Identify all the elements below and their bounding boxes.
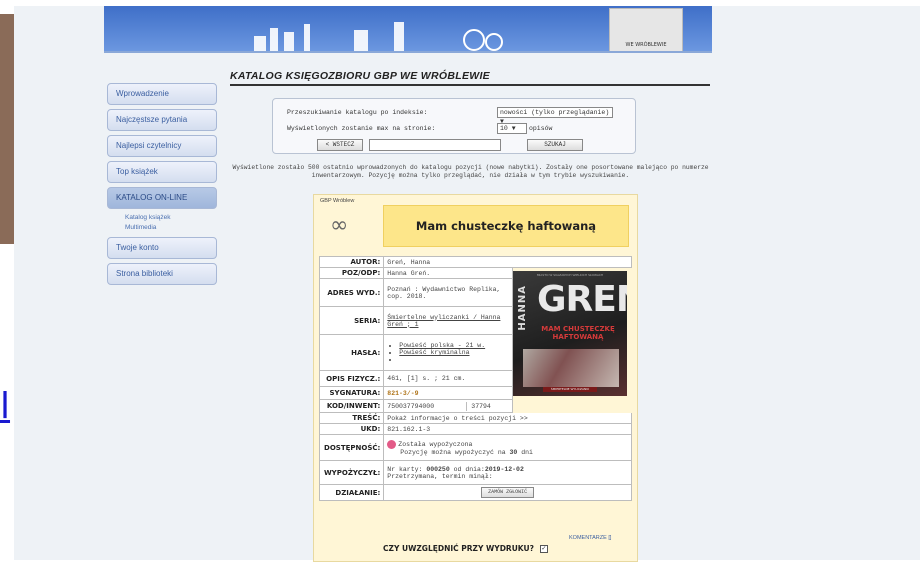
index-select-value: nowości (tylko przeglądanie)	[500, 109, 610, 116]
ukd-value: 821.162.1-3	[383, 423, 632, 435]
availability-days: 30	[509, 448, 518, 456]
max-select[interactable]: 10 ▼	[497, 123, 527, 134]
search-input[interactable]	[369, 139, 501, 151]
label-ukd: UKD:	[318, 423, 385, 435]
label-inventory: KOD/INWENT:	[318, 399, 385, 413]
borrowed-date-label: od dnia:	[453, 465, 485, 473]
address-value: Poznań : Wydawnictwo Replika, cop. 2018.	[383, 278, 514, 307]
code-cell: 750037794000 37794	[383, 399, 514, 413]
subject-item-empty	[399, 356, 509, 363]
cover-author: HANNA	[517, 285, 528, 331]
label-action: DZIAŁANIE:	[318, 484, 385, 501]
cover-title: MAM CHUSTECZKĘ HAFTOWANĄ	[533, 325, 623, 341]
unavailable-icon	[387, 439, 397, 449]
code-value: 750037794000	[384, 401, 468, 411]
city-skyline-graphic	[254, 22, 503, 51]
search-panel: Przeszukiwanie katalogu po indeksie: now…	[272, 98, 636, 154]
action-cell: ZAMÓW ZGŁOWIĆ	[383, 484, 632, 501]
availability-status: Została wypożyczona	[398, 440, 473, 448]
left-side-photo	[0, 14, 14, 244]
back-button[interactable]: < WSTECZ	[317, 139, 363, 151]
label-content: TREŚĆ:	[318, 412, 385, 424]
nav-faq[interactable]: Najczęstsze pytania	[107, 109, 217, 131]
borrowed-date: 2019-12-02	[484, 465, 524, 473]
subject-item[interactable]: Powieść polska - 21 w.	[399, 342, 509, 349]
header-banner: WE WRÓBLEWIE	[104, 6, 712, 53]
nav-introduction[interactable]: Wprowadzenie	[107, 83, 217, 105]
library-name: GBP Wróblew	[320, 198, 355, 204]
label-physical: OPIS FIZYCZ.:	[318, 370, 385, 387]
handcuffs-icon: ∞	[330, 213, 349, 238]
label-signature: SYGNATURA:	[318, 386, 385, 400]
label-author: AUTOR:	[318, 256, 385, 268]
reserve-button[interactable]: ZAMÓW ZGŁOWIĆ	[481, 487, 535, 498]
availability-note-prefix: Pozycję można wypożyczyć na	[400, 448, 506, 456]
subjects-cell: Powieść polska - 21 w. Powieść kryminaln…	[383, 334, 514, 371]
cover-title-line1: MAM CHUSTECZKĘ	[541, 325, 615, 333]
borrowed-prefix: Nr karty:	[387, 465, 423, 473]
print-question: CZY UWZGLĘDNIĆ PRZY WYDRUKU? ✓	[383, 544, 548, 553]
label-availability: DOSTĘPNOŚĆ:	[318, 434, 385, 461]
info-text: Wyświetlone zostało 500 ostatnio wprowad…	[232, 164, 709, 179]
physical-value: 461, [1] s. ; 21 cm.	[383, 370, 514, 387]
book-record-card: GBP Wróblew ∞ Mam chusteczkę haftowaną A…	[313, 194, 638, 562]
max-select-value: 10	[500, 125, 508, 132]
library-logo[interactable]: WE WRÓBLEWIE	[609, 8, 683, 51]
nav-catalog-online[interactable]: KATALOG ON-LINE	[107, 187, 217, 209]
cover-keys-graphic	[523, 349, 619, 387]
index-label: Przeszukiwanie katalogu po indeksie:	[287, 109, 428, 116]
inventory-value: 37794	[471, 402, 491, 410]
label-series: SERIA:	[318, 306, 385, 335]
nav-sub-multimedia[interactable]: Multimedia	[107, 223, 217, 233]
logo-text: WE WRÓBLEWIE	[625, 42, 667, 48]
cover-top-text: MIASTO W SKAZANYCH WIELKICH SŁOWACH	[536, 273, 604, 277]
comments-link[interactable]: KOMENTARZE []	[569, 535, 611, 541]
main-content: KATALOG KSIĘGOZBIORU GBP WE WRÓBLEWIE	[230, 70, 712, 86]
subject-item[interactable]: Powieść kryminalna	[399, 349, 509, 356]
sidebar: Wprowadzenie Najczęstsze pytania Najleps…	[107, 83, 217, 289]
author-value[interactable]: Greń, Hanna	[383, 256, 632, 268]
label-subjects: HASŁA:	[318, 334, 385, 371]
signature-value: 821-3/-9	[383, 386, 514, 400]
series-value[interactable]: Śmiertelne wyliczanki / Hanna Greń ; 1	[383, 306, 514, 335]
catalog-title: KATALOG KSIĘGOZBIORU GBP WE WRÓBLEWIE	[230, 70, 710, 86]
label-address: ADRES WYD.:	[318, 278, 385, 307]
book-cover-image: MIASTO W SKAZANYCH WIELKICH SŁOWACH HANN…	[513, 271, 627, 396]
book-title: Mam chusteczkę haftowaną	[383, 205, 629, 247]
index-select[interactable]: nowości (tylko przeglądanie) ▼	[497, 107, 613, 125]
availability-cell: Została wypożyczona Pozycję można wypoży…	[383, 434, 632, 461]
max-suffix: opisów	[529, 125, 553, 132]
nav-sub-book-catalog[interactable]: Katalog książek	[107, 213, 217, 223]
borrowed-note: Przetrzymana, termin minął:	[387, 472, 493, 480]
label-poz: POZ/ODP:	[318, 267, 385, 279]
borrowed-cell: Nr karty: 000250 od dnia:2019-12-02 Prze…	[383, 460, 632, 485]
availability-note-suffix: dni	[521, 448, 533, 456]
cover-surname: GREŃ	[537, 279, 627, 320]
print-checkbox[interactable]: ✓	[539, 545, 548, 553]
max-label: Wyświetlonych zostanie max na stronie:	[287, 125, 436, 132]
poz-value: Hanna Greń.	[383, 267, 514, 279]
borrowed-card: 000250	[426, 465, 450, 473]
content-link[interactable]: Pokaż informacje o treści pozycji >>	[383, 412, 632, 424]
search-button[interactable]: SZUKAJ	[527, 139, 583, 151]
cover-band: ŚMIERTELNE WYLICZANKI	[543, 387, 597, 392]
left-link[interactable]: l	[0, 386, 10, 427]
nav-top-books[interactable]: Top książek	[107, 161, 217, 183]
nav-best-readers[interactable]: Najlepsi czytelnicy	[107, 135, 217, 157]
nav-library-website[interactable]: Strona biblioteki	[107, 263, 217, 285]
label-borrowed: WYPOŻYCZYŁ:	[318, 460, 385, 485]
nav-your-account[interactable]: Twoje konto	[107, 237, 217, 259]
print-question-label: CZY UWZGLĘDNIĆ PRZY WYDRUKU?	[383, 544, 534, 553]
cover-title-line2: HAFTOWANĄ	[552, 333, 604, 341]
